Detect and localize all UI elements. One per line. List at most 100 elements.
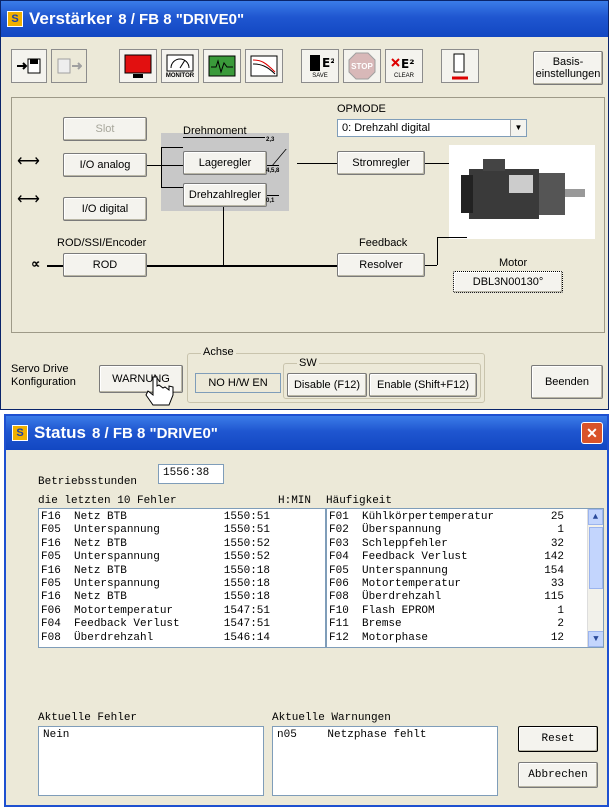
feedback-label: Feedback	[359, 237, 408, 249]
bode-plot-button[interactable]	[245, 49, 283, 83]
drehmoment-label: Drehmoment	[183, 125, 247, 137]
last-errors-header: die letzten 10 Fehler	[38, 495, 177, 507]
betriebsstunden-value: 1556:38	[163, 467, 210, 479]
list-item: F04 Feedback Verlust 1547:51	[41, 618, 271, 631]
bode-plot-icon	[250, 55, 278, 77]
list-item: F03 Schleppfehler 32	[329, 537, 565, 550]
connector-line	[267, 165, 279, 166]
load-from-drive-button[interactable]	[51, 49, 87, 83]
sw-label: SW	[297, 357, 319, 369]
bidirectional-arrow-icon: ⟷	[17, 153, 40, 170]
slot-button[interactable]: Slot	[63, 117, 147, 141]
list-item: F16 Netz BTB 1550:51	[41, 511, 271, 523]
stromregler-button[interactable]: Stromregler	[337, 151, 425, 175]
lageregler-label: Lageregler	[198, 157, 252, 169]
servo-drive-label: Servo Drive Konfiguration	[11, 363, 76, 388]
list-item: F05 Unterspannung 154	[329, 564, 565, 577]
list-item: F05 Unterspannung 1550:52	[41, 551, 271, 564]
disable-button[interactable]: Disable (F12)	[287, 373, 367, 397]
opmode-select[interactable]: 0: Drehzahl digital ▼	[337, 119, 527, 137]
basic-settings-button[interactable]: Basis- einstellungen	[533, 51, 603, 85]
app-icon: S	[12, 425, 28, 441]
list-item: F08 Überdrehzahl 115	[329, 591, 565, 604]
connector-line	[223, 207, 224, 265]
reset-button[interactable]: Reset	[518, 726, 598, 752]
connector-line	[437, 237, 467, 238]
motor-illustration	[461, 159, 585, 219]
list-item: F08 Überdrehzahl 1546:14	[41, 631, 271, 644]
resolver-button[interactable]: Resolver	[337, 253, 425, 277]
encoder-connector-icon: ∝	[31, 256, 41, 271]
opmode-dropdown-button[interactable]: ▼	[510, 120, 526, 136]
reset-label: Reset	[541, 733, 575, 745]
list-item: F04 Feedback Verlust 142	[329, 551, 565, 564]
last-errors-list[interactable]: F16 Netz BTB 1550:51 F05 Unterspannung 155…	[38, 508, 326, 648]
close-button[interactable]: ✕	[581, 422, 603, 444]
opmode-label: OPMODE	[337, 103, 386, 115]
eeprom-clear-icon: E²	[391, 57, 414, 71]
bidirectional-arrow-icon: ⟷	[17, 191, 40, 208]
enable-label: Enable (Shift+F12)	[376, 379, 470, 391]
chevron-down-icon: ▼	[593, 634, 599, 644]
switch-pos-458: 4,5,8	[266, 168, 280, 174]
warning-code: n05	[277, 729, 297, 741]
scroll-up-button[interactable]: ▲	[588, 509, 603, 525]
connector-line	[425, 265, 437, 266]
rod-section-label: ROD/SSI/Encoder	[57, 237, 147, 249]
eeprom-save-icon: E²	[310, 55, 334, 71]
rod-label: ROD	[92, 259, 118, 271]
motor-image	[449, 145, 595, 239]
save-arrow-icon	[17, 58, 41, 74]
rod-button[interactable]: ROD	[63, 253, 147, 277]
motor-label: Motor	[499, 257, 528, 269]
amplifier-subtitle: 8 / FB 8 "DRIVE0"	[118, 10, 245, 28]
list-item: F06 Motortemperatur 1547:51	[41, 604, 271, 617]
lageregler-button[interactable]: Lageregler	[183, 151, 267, 175]
achse-label: Achse	[201, 346, 236, 358]
drehzahlregler-button[interactable]: Drehzahlregler	[183, 183, 267, 207]
drive-screen-button[interactable]	[119, 49, 157, 83]
frequency-scrollbar[interactable]: ▲ ▼	[587, 509, 603, 647]
chevron-up-icon: ▲	[592, 512, 599, 522]
basic-settings-label: Basis- einstellungen	[535, 56, 601, 80]
io-digital-button[interactable]: I/O digital	[63, 197, 147, 221]
beenden-button[interactable]: Beenden	[531, 365, 603, 399]
current-warnings-box: n05 Netzphase fehlt	[272, 726, 498, 796]
red-monitor-icon	[124, 54, 152, 78]
list-item: F01 Kühlkörpertemperatur 25	[329, 511, 565, 523]
achse-status: NO H/W EN	[195, 373, 281, 393]
app-icon: S	[7, 11, 23, 27]
save-eeprom-button[interactable]: E² SAVE	[301, 49, 339, 83]
scroll-thumb[interactable]	[589, 527, 603, 589]
io-analog-button[interactable]: I/O analog	[63, 153, 147, 177]
close-icon: ✕	[586, 425, 598, 441]
clear-label: CLEAR	[393, 73, 414, 79]
list-item: F12 Motorphase 12	[329, 631, 565, 644]
abbrechen-button[interactable]: Abbrechen	[518, 762, 598, 788]
stop-button[interactable]: STOP	[343, 49, 381, 83]
io-digital-label: I/O digital	[81, 203, 129, 215]
scroll-down-button[interactable]: ▼	[588, 631, 603, 647]
achse-value: NO H/W EN	[208, 377, 268, 389]
oscilloscope-button[interactable]	[203, 49, 241, 83]
connector-line	[297, 163, 337, 164]
hmin-header: H:MIN	[278, 495, 312, 507]
save-label: SAVE	[312, 73, 328, 79]
hand-press-icon	[452, 53, 468, 80]
drehzahlregler-label: Drehzahlregler	[188, 189, 262, 201]
monitor-button[interactable]: MONITOR	[161, 49, 199, 83]
frequency-list[interactable]: F01 Kühlkörpertemperatur 25 F02 Überspann…	[326, 508, 604, 648]
connector-line	[161, 187, 183, 188]
abbrechen-label: Abbrechen	[528, 769, 588, 781]
switch-pos-01: 0,1	[266, 198, 275, 204]
save-to-drive-button[interactable]	[11, 49, 47, 83]
enable-button[interactable]: Enable (Shift+F12)	[369, 373, 477, 397]
clear-eeprom-button[interactable]: E² CLEAR	[385, 49, 423, 83]
cold-start-button[interactable]	[441, 49, 479, 83]
beenden-label: Beenden	[544, 376, 590, 388]
betriebsstunden-label: Betriebsstunden	[38, 476, 138, 488]
motor-select-button[interactable]: DBL3N00130°	[453, 271, 563, 293]
list-item: F05 Unterspannung 1550:18	[41, 577, 271, 590]
monitor-label: MONITOR	[165, 73, 195, 79]
load-arrow-icon	[57, 58, 82, 74]
